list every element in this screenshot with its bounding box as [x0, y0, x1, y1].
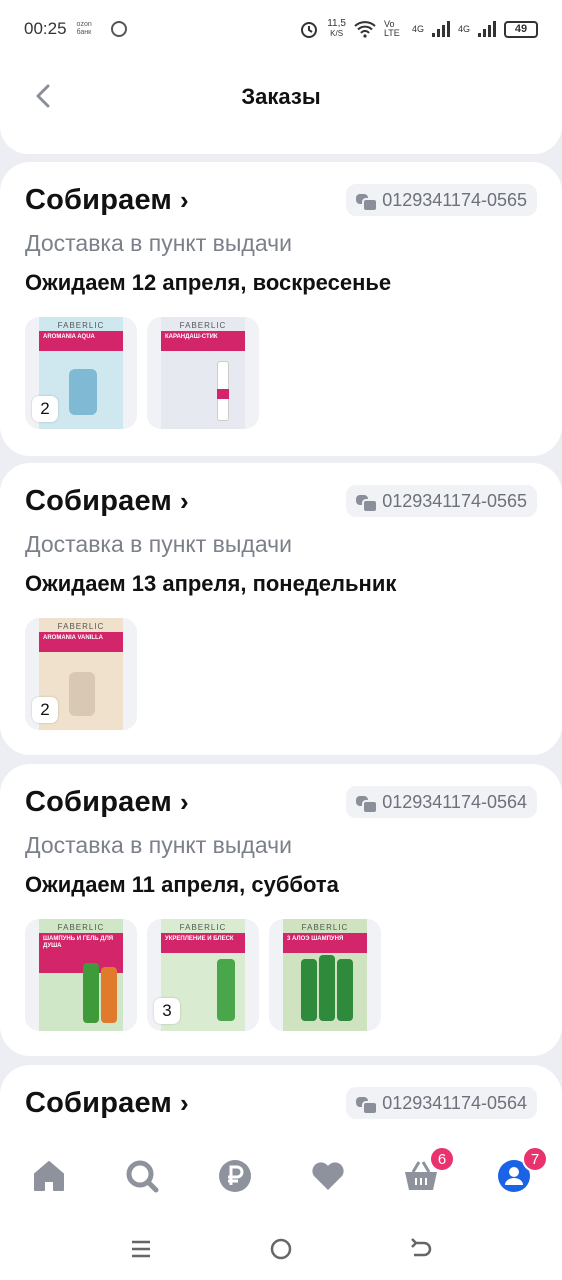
product-thumbnail[interactable]: FABERLIC УКРЕПЛЕНИЕ И БЛЕСК 3	[147, 919, 259, 1031]
order-number-badge[interactable]: 0129341174-0564	[346, 786, 537, 818]
nav-home[interactable]	[29, 1156, 69, 1196]
back-icon[interactable]	[406, 1234, 436, 1264]
nav-payments[interactable]	[215, 1156, 255, 1196]
product-thumbnails: FABERLIC AROMANIA VANILLA 2	[25, 618, 137, 730]
status-time: 00:25	[24, 19, 67, 38]
search-icon	[126, 1160, 159, 1193]
cart-badge: 6	[429, 1146, 455, 1172]
delivery-method: Доставка в пункт выдачи	[25, 832, 292, 858]
net-label-2: 4G	[457, 24, 470, 34]
quantity-badge: 2	[32, 697, 58, 723]
battery-icon: 49	[504, 20, 538, 38]
chat-icon	[356, 794, 379, 814]
menu-icon[interactable]	[126, 1234, 156, 1264]
app-header: Заказы	[0, 58, 562, 154]
heart-icon	[312, 1162, 344, 1190]
order-number-badge[interactable]: 0129341174-0565	[346, 184, 537, 216]
order-card[interactable]: Собираем › 0129341174-0564 Доставка в пун…	[0, 764, 562, 1056]
nav-profile[interactable]: 7	[494, 1146, 548, 1196]
wifi-icon	[354, 21, 376, 38]
product-thumbnail[interactable]: FABERLIC ШАМПУНЬ И ГЕЛЬ ДЛЯ ДУША	[25, 919, 137, 1031]
page-title: Заказы	[241, 84, 321, 109]
alarm-icon	[301, 22, 318, 38]
product-thumbnail[interactable]: FABERLIC AROMANIA VANILLA 2	[25, 618, 137, 730]
nav-search[interactable]	[122, 1156, 162, 1196]
chat-icon	[356, 192, 379, 212]
product-thumbnails: FABERLIC ШАМПУНЬ И ГЕЛЬ ДЛЯ ДУША FABERLI…	[25, 919, 381, 1031]
order-number-badge[interactable]: 0129341174-0564	[346, 1087, 537, 1119]
delivery-method: Доставка в пункт выдачи	[25, 531, 292, 557]
nav-favorites[interactable]	[308, 1156, 348, 1196]
order-card[interactable]: Собираем › 0129341174-0565 Доставка в пун…	[0, 162, 562, 456]
expected-date: Ожидаем 13 апреля, понедельник	[25, 571, 397, 596]
nav-cart[interactable]: 6	[401, 1146, 455, 1196]
delivery-method: Доставка в пункт выдачи	[25, 230, 292, 256]
ruble-icon	[219, 1160, 251, 1192]
product-image: FABERLIC 3 АЛОЭ ШАМПУНЯ	[283, 919, 367, 1031]
volte-label: Vo LTE	[383, 19, 400, 38]
expected-date: Ожидаем 12 апреля, воскресенье	[25, 270, 392, 295]
order-status-link[interactable]: Собираем ›	[25, 485, 189, 518]
net-speed: 11,5 K/S	[327, 18, 346, 39]
chat-icon	[356, 1095, 379, 1115]
chevron-right-icon: ›	[180, 185, 189, 215]
system-navigation	[0, 1220, 562, 1280]
product-thumbnail[interactable]: FABERLIC 3 АЛОЭ ШАМПУНЯ	[269, 919, 381, 1031]
product-thumbnail[interactable]: FABERLIC КАРАНДАШ-СТИК	[147, 317, 259, 429]
order-status-link[interactable]: Собираем ›	[25, 786, 189, 819]
check-icon	[110, 21, 127, 37]
quantity-badge: 2	[32, 396, 58, 422]
chevron-right-icon: ›	[180, 787, 189, 817]
product-image: FABERLIC ШАМПУНЬ И ГЕЛЬ ДЛЯ ДУША	[39, 919, 123, 1031]
net-label-1: 4G	[411, 24, 424, 34]
signal-icon-2	[478, 21, 496, 37]
profile-badge: 7	[522, 1146, 548, 1172]
expected-date: Ожидаем 11 апреля, суббота	[25, 872, 339, 897]
product-image: FABERLIC КАРАНДАШ-СТИК	[161, 317, 245, 429]
home-icon	[34, 1161, 64, 1191]
product-thumbnails: FABERLIC AROMANIA AQUA 2 FABERLIC КАРАНД…	[25, 317, 259, 429]
order-status-link[interactable]: Собираем ›	[25, 184, 189, 217]
home-circle-icon[interactable]	[266, 1234, 296, 1264]
quantity-badge: 3	[154, 998, 180, 1024]
status-bar: 00:25 ozon банк 11,5 K/S Vo LTE 4G 4G 49	[0, 0, 562, 58]
signal-icon	[431, 21, 450, 37]
order-card[interactable]: Собираем › 0129341174-0565 Доставка в пун…	[0, 463, 562, 755]
chevron-right-icon: ›	[180, 486, 189, 516]
product-thumbnail[interactable]: FABERLIC AROMANIA AQUA 2	[25, 317, 137, 429]
order-status-link[interactable]: Собираем ›	[25, 1087, 189, 1120]
bank-label: ozon банк	[76, 21, 92, 36]
chevron-right-icon: ›	[180, 1088, 189, 1118]
bottom-navigation: 6 7	[0, 1140, 562, 1220]
order-number-badge[interactable]: 0129341174-0565	[346, 485, 537, 517]
chat-icon	[356, 493, 379, 513]
